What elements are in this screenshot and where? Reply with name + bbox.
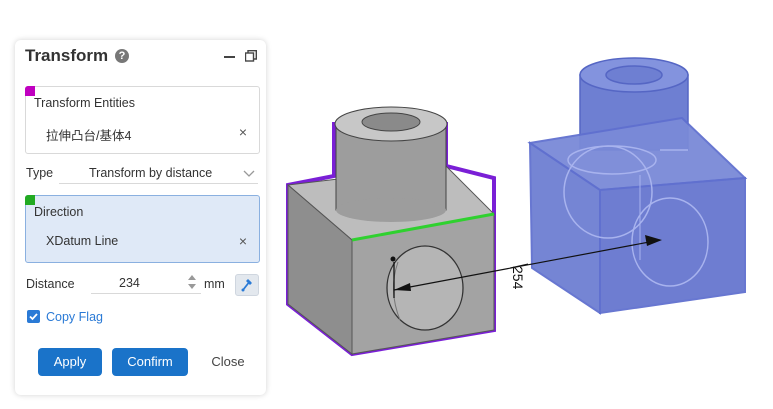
minimize-icon[interactable] [224,48,236,62]
transform-preview-body [527,57,748,315]
check-icon [29,313,38,321]
type-underline [59,183,258,184]
distance-unit: mm [204,277,225,291]
chevron-down-icon[interactable] [243,168,255,178]
remove-entity-icon[interactable]: × [239,124,247,140]
question-circle-icon[interactable]: ? [115,49,129,63]
copy-flag-checkbox[interactable] [27,310,40,323]
entity-item[interactable]: 拉伸凸台/基体4 [46,125,131,144]
type-label: Type [26,166,54,180]
pick-direction-icon [241,279,252,292]
panel-title: Transform [25,46,109,65]
direction-label: Direction [34,205,84,219]
source-body[interactable] [286,106,496,357]
dimension-value: 254 [510,266,526,290]
transform-panel: Transform ? Transform Entities 拉伸凸台/基体4 … [15,40,266,395]
direction-marker [25,195,35,205]
direction-box[interactable]: Direction XDatum Line × [25,195,260,263]
transform-entities-label: Transform Entities [34,96,135,110]
remove-direction-icon[interactable]: × [239,233,247,249]
close-button[interactable]: Close [203,348,253,376]
confirm-button[interactable]: Confirm [112,348,188,376]
transform-entities-box[interactable]: Transform Entities 拉伸凸台/基体4 × [25,86,260,154]
apply-button[interactable]: Apply [38,348,102,376]
type-select[interactable]: Transform by distance [89,166,212,180]
copy-flag-label[interactable]: Copy Flag [46,310,103,324]
stepper-icon[interactable] [186,273,198,291]
popout-window-icon[interactable] [245,50,257,62]
distance-label: Distance [26,277,75,291]
distance-input[interactable]: 234 [91,271,201,294]
distance-value: 234 [119,276,140,290]
pick-direction-button[interactable] [235,274,259,296]
entities-marker [25,86,35,96]
direction-item[interactable]: XDatum Line [46,234,118,248]
